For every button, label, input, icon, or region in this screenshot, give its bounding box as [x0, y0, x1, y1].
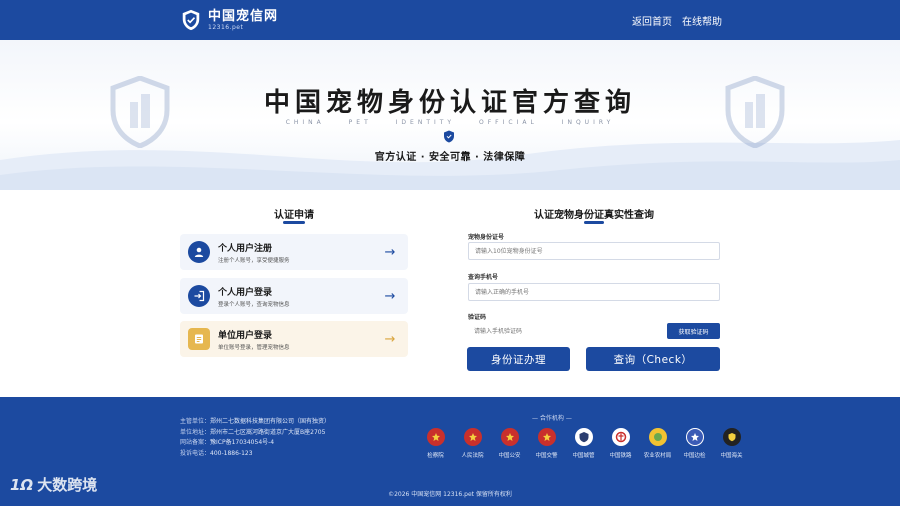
site-footer: 主管单位：郑州二七数据科技集团有限公司（国有独资） 单位地址：郑州市二七区嵩河路…: [0, 397, 900, 506]
watermark-logo-icon: 1Ω: [10, 475, 34, 494]
urban-management-emblem-icon: [574, 428, 593, 446]
partners-title: — 合作机构 —: [532, 415, 572, 422]
railway-emblem-icon: [611, 428, 630, 446]
arrow-right-icon: →: [384, 288, 396, 304]
site-name: 中国宠信网: [208, 8, 279, 24]
footer-info-row: 主管单位：郑州二七数据科技集团有限公司（国有独资）: [180, 418, 331, 425]
query-section-title: 认证宠物身份证真实性查询: [534, 210, 654, 221]
pet-id-label: 宠物身份证号: [468, 234, 505, 241]
border-control-emblem-icon: [685, 428, 704, 446]
get-code-button[interactable]: 获取验证码: [667, 323, 720, 339]
page-title: 中国宠物身份认证官方查询: [263, 88, 636, 118]
partner-name: 中国城管: [572, 453, 595, 459]
customs-emblem-icon: [722, 428, 741, 446]
partner-item[interactable]: 中国公安: [494, 428, 525, 459]
document-icon: [188, 328, 210, 350]
hero-banner: 中国宠物身份认证官方查询 CHINA PET IDENTITY OFFICIAL…: [0, 40, 900, 190]
partner-name: 检察院: [427, 453, 444, 459]
watermark-text: 大数跨境: [37, 476, 98, 494]
partner-name: 中国交警: [535, 453, 558, 459]
partners-list: 检察院 人民法院 中国公安 中国交警 中国城管 中国铁路 农业农村局 中国边检: [420, 428, 747, 459]
partner-item[interactable]: 人民法院: [457, 428, 488, 459]
card-description: 登录个人账号，查询宠物信息: [218, 301, 290, 308]
page-subtitle-english: CHINA PET IDENTITY OFFICIAL INQUIRY: [285, 119, 615, 126]
apply-title-underline: [283, 221, 305, 224]
site-domain: 12316.pet: [208, 23, 244, 31]
partner-item[interactable]: 检察院: [420, 428, 451, 459]
verification-code-label: 验证码: [468, 314, 487, 321]
personal-login-card[interactable]: 个人用户登录 登录个人账号，查询宠物信息 →: [180, 278, 408, 314]
footer-info-row: 投诉电话：400-1886-123: [180, 449, 253, 457]
phone-label: 查询手机号: [468, 274, 499, 281]
footer-info-row: 网站备案：豫ICP备17034054号-4: [180, 439, 275, 446]
traffic-police-emblem-icon: [537, 428, 556, 446]
partner-name: 中国铁路: [609, 453, 632, 459]
arrow-right-icon: →: [384, 331, 396, 347]
check-button[interactable]: 查询（Check）: [586, 347, 720, 371]
arrow-right-icon: →: [384, 244, 396, 260]
partner-item[interactable]: 中国海关: [716, 428, 747, 459]
site-logo[interactable]: 中国宠信网 12316.pet: [180, 9, 278, 31]
pet-id-input[interactable]: [468, 242, 720, 260]
apply-id-button[interactable]: 身份证办理: [467, 347, 570, 371]
partner-item[interactable]: 中国交警: [531, 428, 562, 459]
small-shield-icon: [444, 130, 454, 143]
court-emblem-icon: [463, 428, 482, 446]
home-link[interactable]: 返回首页: [632, 13, 672, 28]
copyright-text: ©2026 中国宠信网 12316.pet 保留所有权利: [388, 491, 512, 498]
card-title: 个人用户注册: [218, 243, 273, 254]
partner-name: 中国海关: [720, 453, 743, 459]
help-link[interactable]: 在线帮助: [682, 13, 722, 28]
partner-name: 农业农村局: [643, 453, 672, 459]
partner-name: 中国边检: [683, 453, 706, 459]
police-emblem-icon: [500, 428, 519, 446]
card-description: 单位账号登录，管理宠物信息: [218, 344, 290, 351]
tagline: 官方认证 · 安全可靠 · 法律保障: [374, 152, 526, 163]
partner-item[interactable]: 农业农村局: [642, 428, 673, 459]
partner-name: 中国公安: [498, 453, 521, 459]
card-title: 个人用户登录: [218, 287, 273, 298]
watermark: 1Ω 大数跨境: [10, 474, 97, 495]
partner-item[interactable]: 中国边检: [679, 428, 710, 459]
partner-item[interactable]: 中国城管: [568, 428, 599, 459]
organization-login-card[interactable]: 单位用户登录 单位账号登录，管理宠物信息 →: [180, 321, 408, 357]
footer-info-row: 单位地址：郑州市二七区嵩河路街道京广大厦B座2705: [180, 428, 326, 436]
agriculture-emblem-icon: [648, 428, 667, 446]
card-title: 单位用户登录: [218, 330, 273, 341]
login-icon: [188, 285, 210, 307]
card-description: 注册个人账号，享受便捷服务: [218, 257, 290, 264]
partner-item[interactable]: 中国铁路: [605, 428, 636, 459]
verification-code-input[interactable]: [468, 323, 658, 339]
procuratorate-emblem-icon: [426, 428, 445, 446]
shield-logo-icon: [182, 9, 200, 31]
query-title-underline: [584, 221, 604, 224]
personal-register-card[interactable]: 个人用户注册 注册个人账号，享受便捷服务 →: [180, 234, 408, 270]
apply-section-title: 认证申请: [274, 210, 314, 221]
footer-info: 主管单位：郑州二七数据科技集团有限公司（国有独资） 单位地址：郑州市二七区嵩河路…: [180, 417, 330, 459]
partner-name: 人民法院: [461, 453, 484, 459]
top-navigation-bar: 中国宠信网 12316.pet 返回首页 在线帮助: [0, 0, 900, 40]
phone-input[interactable]: [468, 283, 720, 301]
user-icon: [188, 241, 210, 263]
